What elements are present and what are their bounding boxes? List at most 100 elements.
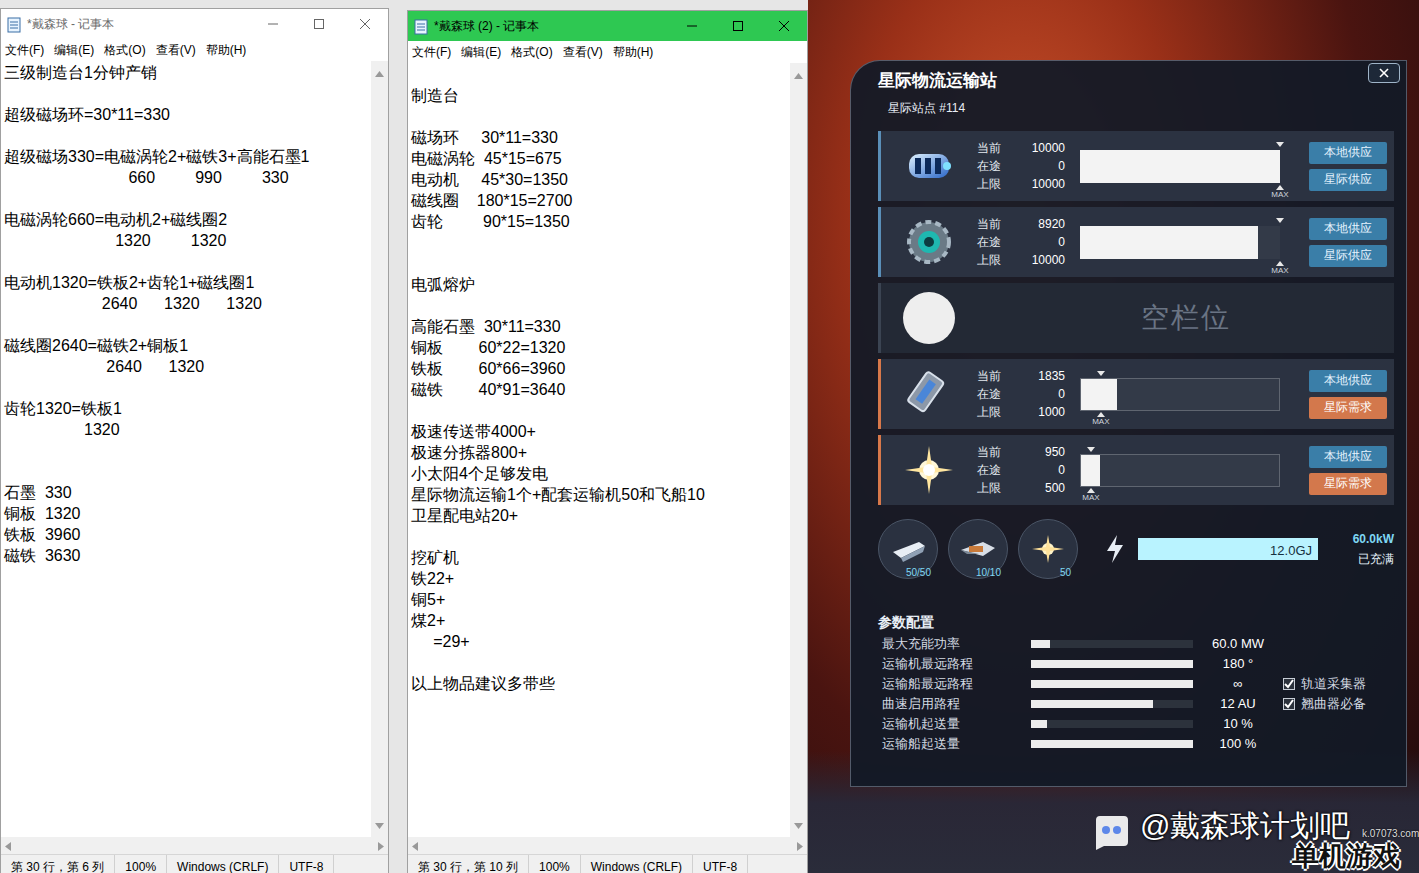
slot-buttons: 本地供应星际供应 <box>1309 142 1387 191</box>
editor-area: 制造台磁场环 30*11=330电磁涡轮 45*15=675电动机 45*30=… <box>408 63 807 837</box>
station-slot[interactable]: 当前10000在途0上限10000MAX本地供应星际供应 <box>878 131 1394 201</box>
station-slot[interactable]: 空栏位 <box>878 283 1394 353</box>
text-line: 磁线圈2640=磁铁2+铜板1 <box>4 335 368 356</box>
scroll-down-icon[interactable] <box>375 813 384 837</box>
close-icon[interactable] <box>1368 63 1400 83</box>
menu-item[interactable]: 编辑(E) <box>54 41 94 59</box>
title-bar[interactable]: *戴森球 (2) - 记事本 <box>408 11 807 41</box>
param-slider[interactable] <box>1031 740 1193 748</box>
param-slider[interactable] <box>1031 720 1193 728</box>
text-line: 铁22+ <box>411 568 787 589</box>
title-bar[interactable]: *戴森球 - 记事本 <box>1 9 388 39</box>
status-cell: Windows (CRLF) <box>167 855 279 873</box>
close-icon[interactable] <box>342 9 388 39</box>
vertical-scrollbar[interactable] <box>790 63 807 837</box>
menu-item[interactable]: 查看(V) <box>563 43 603 61</box>
max-marker[interactable] <box>1087 488 1095 493</box>
param-slider[interactable] <box>1031 680 1193 688</box>
maximize-icon[interactable] <box>296 9 342 39</box>
menu-item[interactable]: 格式(O) <box>511 43 552 61</box>
text-area[interactable]: 制造台磁场环 30*11=330电磁涡轮 45*15=675电动机 45*30=… <box>408 63 790 837</box>
param-slider[interactable] <box>1031 660 1193 668</box>
param-reading: ∞ <box>1193 674 1283 694</box>
scroll-up-icon[interactable] <box>794 63 803 87</box>
text-line: 电动机 45*30=1350 <box>411 169 787 190</box>
text-line: 制造台 <box>411 85 787 106</box>
menu-item[interactable]: 格式(O) <box>104 41 145 59</box>
storage-bar[interactable]: MAX <box>1080 226 1280 259</box>
logistics-button[interactable]: 星际供应 <box>1309 169 1387 191</box>
param-reading: 12 AU <box>1193 694 1283 714</box>
field-label: 在途 <box>977 157 1001 175</box>
menu-item[interactable]: 文件(F) <box>5 41 44 59</box>
horizontal-scrollbar[interactable] <box>1 837 388 854</box>
notepad-window[interactable]: *戴森球 (2) - 记事本文件(F) 编辑(E) 格式(O) 查看(V) 帮助(H) 制… <box>407 10 808 873</box>
logistics-button[interactable]: 星际需求 <box>1309 397 1387 419</box>
param-slider[interactable] <box>1031 700 1193 708</box>
vessel-slot[interactable]: 50/50 <box>878 519 938 579</box>
check-option[interactable]: 轨道采集器 <box>1283 674 1366 694</box>
station-slot[interactable]: 当前950在途0上限500MAX本地供应星际需求 <box>878 435 1394 505</box>
param-label: 运输机起送量 <box>882 714 1031 734</box>
text-line: 铁板 3960 <box>4 524 368 545</box>
station-slot[interactable]: 当前8920在途0上限10000MAX本地供应星际供应 <box>878 207 1394 277</box>
horizontal-scrollbar[interactable] <box>408 837 807 854</box>
scroll-down-icon[interactable] <box>794 813 803 837</box>
storage-bar[interactable]: MAX <box>1080 454 1280 487</box>
max-marker[interactable] <box>1087 447 1095 452</box>
slot-field: 在途0 <box>977 233 1065 251</box>
vessel-slot[interactable]: 10/10 <box>948 519 1008 579</box>
text-line: 磁铁 3630 <box>4 545 368 566</box>
menu-item[interactable]: 文件(F) <box>412 43 451 61</box>
max-marker[interactable] <box>1276 261 1284 266</box>
slot-field: 上限10000 <box>977 251 1065 269</box>
check-option[interactable]: 翘曲器必备 <box>1283 694 1366 714</box>
close-icon[interactable] <box>761 11 807 41</box>
param-fill <box>1031 660 1193 668</box>
vessel-slot[interactable]: 50 <box>1018 519 1078 579</box>
text-area[interactable]: 三级制造台1分钟产销超级磁场环=30*11=330超级磁场330=电磁涡轮2+磁… <box>1 61 371 837</box>
param-label: 运输机最远路程 <box>882 654 1031 674</box>
menu-item[interactable]: 编辑(E) <box>461 43 501 61</box>
max-marker[interactable] <box>1276 142 1284 147</box>
lightning-icon <box>1104 534 1126 564</box>
menu-item[interactable]: 查看(V) <box>156 41 196 59</box>
logistics-button[interactable]: 本地供应 <box>1309 218 1387 240</box>
scroll-up-icon[interactable] <box>375 61 384 85</box>
param-label: 运输船最远路程 <box>882 674 1031 694</box>
text-line: 电磁涡轮 45*15=675 <box>411 148 787 169</box>
menu-bar: 文件(F) 编辑(E) 格式(O) 查看(V) 帮助(H) <box>408 41 807 63</box>
logistics-button[interactable]: 本地供应 <box>1309 370 1387 392</box>
max-marker[interactable] <box>1097 371 1105 376</box>
text-line: 高能石墨 30*11=330 <box>411 316 787 337</box>
storage-bar[interactable]: MAX <box>1080 150 1280 183</box>
logistics-button[interactable]: 星际供应 <box>1309 245 1387 267</box>
text-line: 2640 1320 1320 <box>4 293 368 314</box>
param-slider[interactable] <box>1031 640 1193 648</box>
logistics-button[interactable]: 本地供应 <box>1309 446 1387 468</box>
notepad-window[interactable]: *戴森球 - 记事本文件(F) 编辑(E) 格式(O) 查看(V) 帮助(H) 三级制造台… <box>0 8 389 873</box>
station-slot[interactable]: 当前1835在途0上限1000MAX本地供应星际需求 <box>878 359 1394 429</box>
storage-bar[interactable]: MAX <box>1080 378 1280 411</box>
max-marker[interactable] <box>1097 412 1105 417</box>
minimize-icon[interactable] <box>669 11 715 41</box>
slot-field: 当前1835 <box>977 367 1065 385</box>
vertical-scrollbar[interactable] <box>371 61 388 837</box>
checkbox[interactable] <box>1283 678 1295 690</box>
maximize-icon[interactable] <box>715 11 761 41</box>
logistics-button[interactable]: 星际需求 <box>1309 473 1387 495</box>
menu-item[interactable]: 帮助(H) <box>613 43 654 61</box>
checkbox[interactable] <box>1283 698 1295 710</box>
menu-item[interactable]: 帮助(H) <box>206 41 247 59</box>
max-marker[interactable] <box>1276 185 1284 190</box>
minimize-icon[interactable] <box>250 9 296 39</box>
window-title: *戴森球 - 记事本 <box>27 15 250 33</box>
status-bar: 第 30 行，第 10 列100%Windows (CRLF)UTF-8 <box>408 854 807 873</box>
logistics-button[interactable]: 本地供应 <box>1309 142 1387 164</box>
max-marker[interactable] <box>1276 218 1284 223</box>
text-line: 磁线圈 180*15=2700 <box>411 190 787 211</box>
